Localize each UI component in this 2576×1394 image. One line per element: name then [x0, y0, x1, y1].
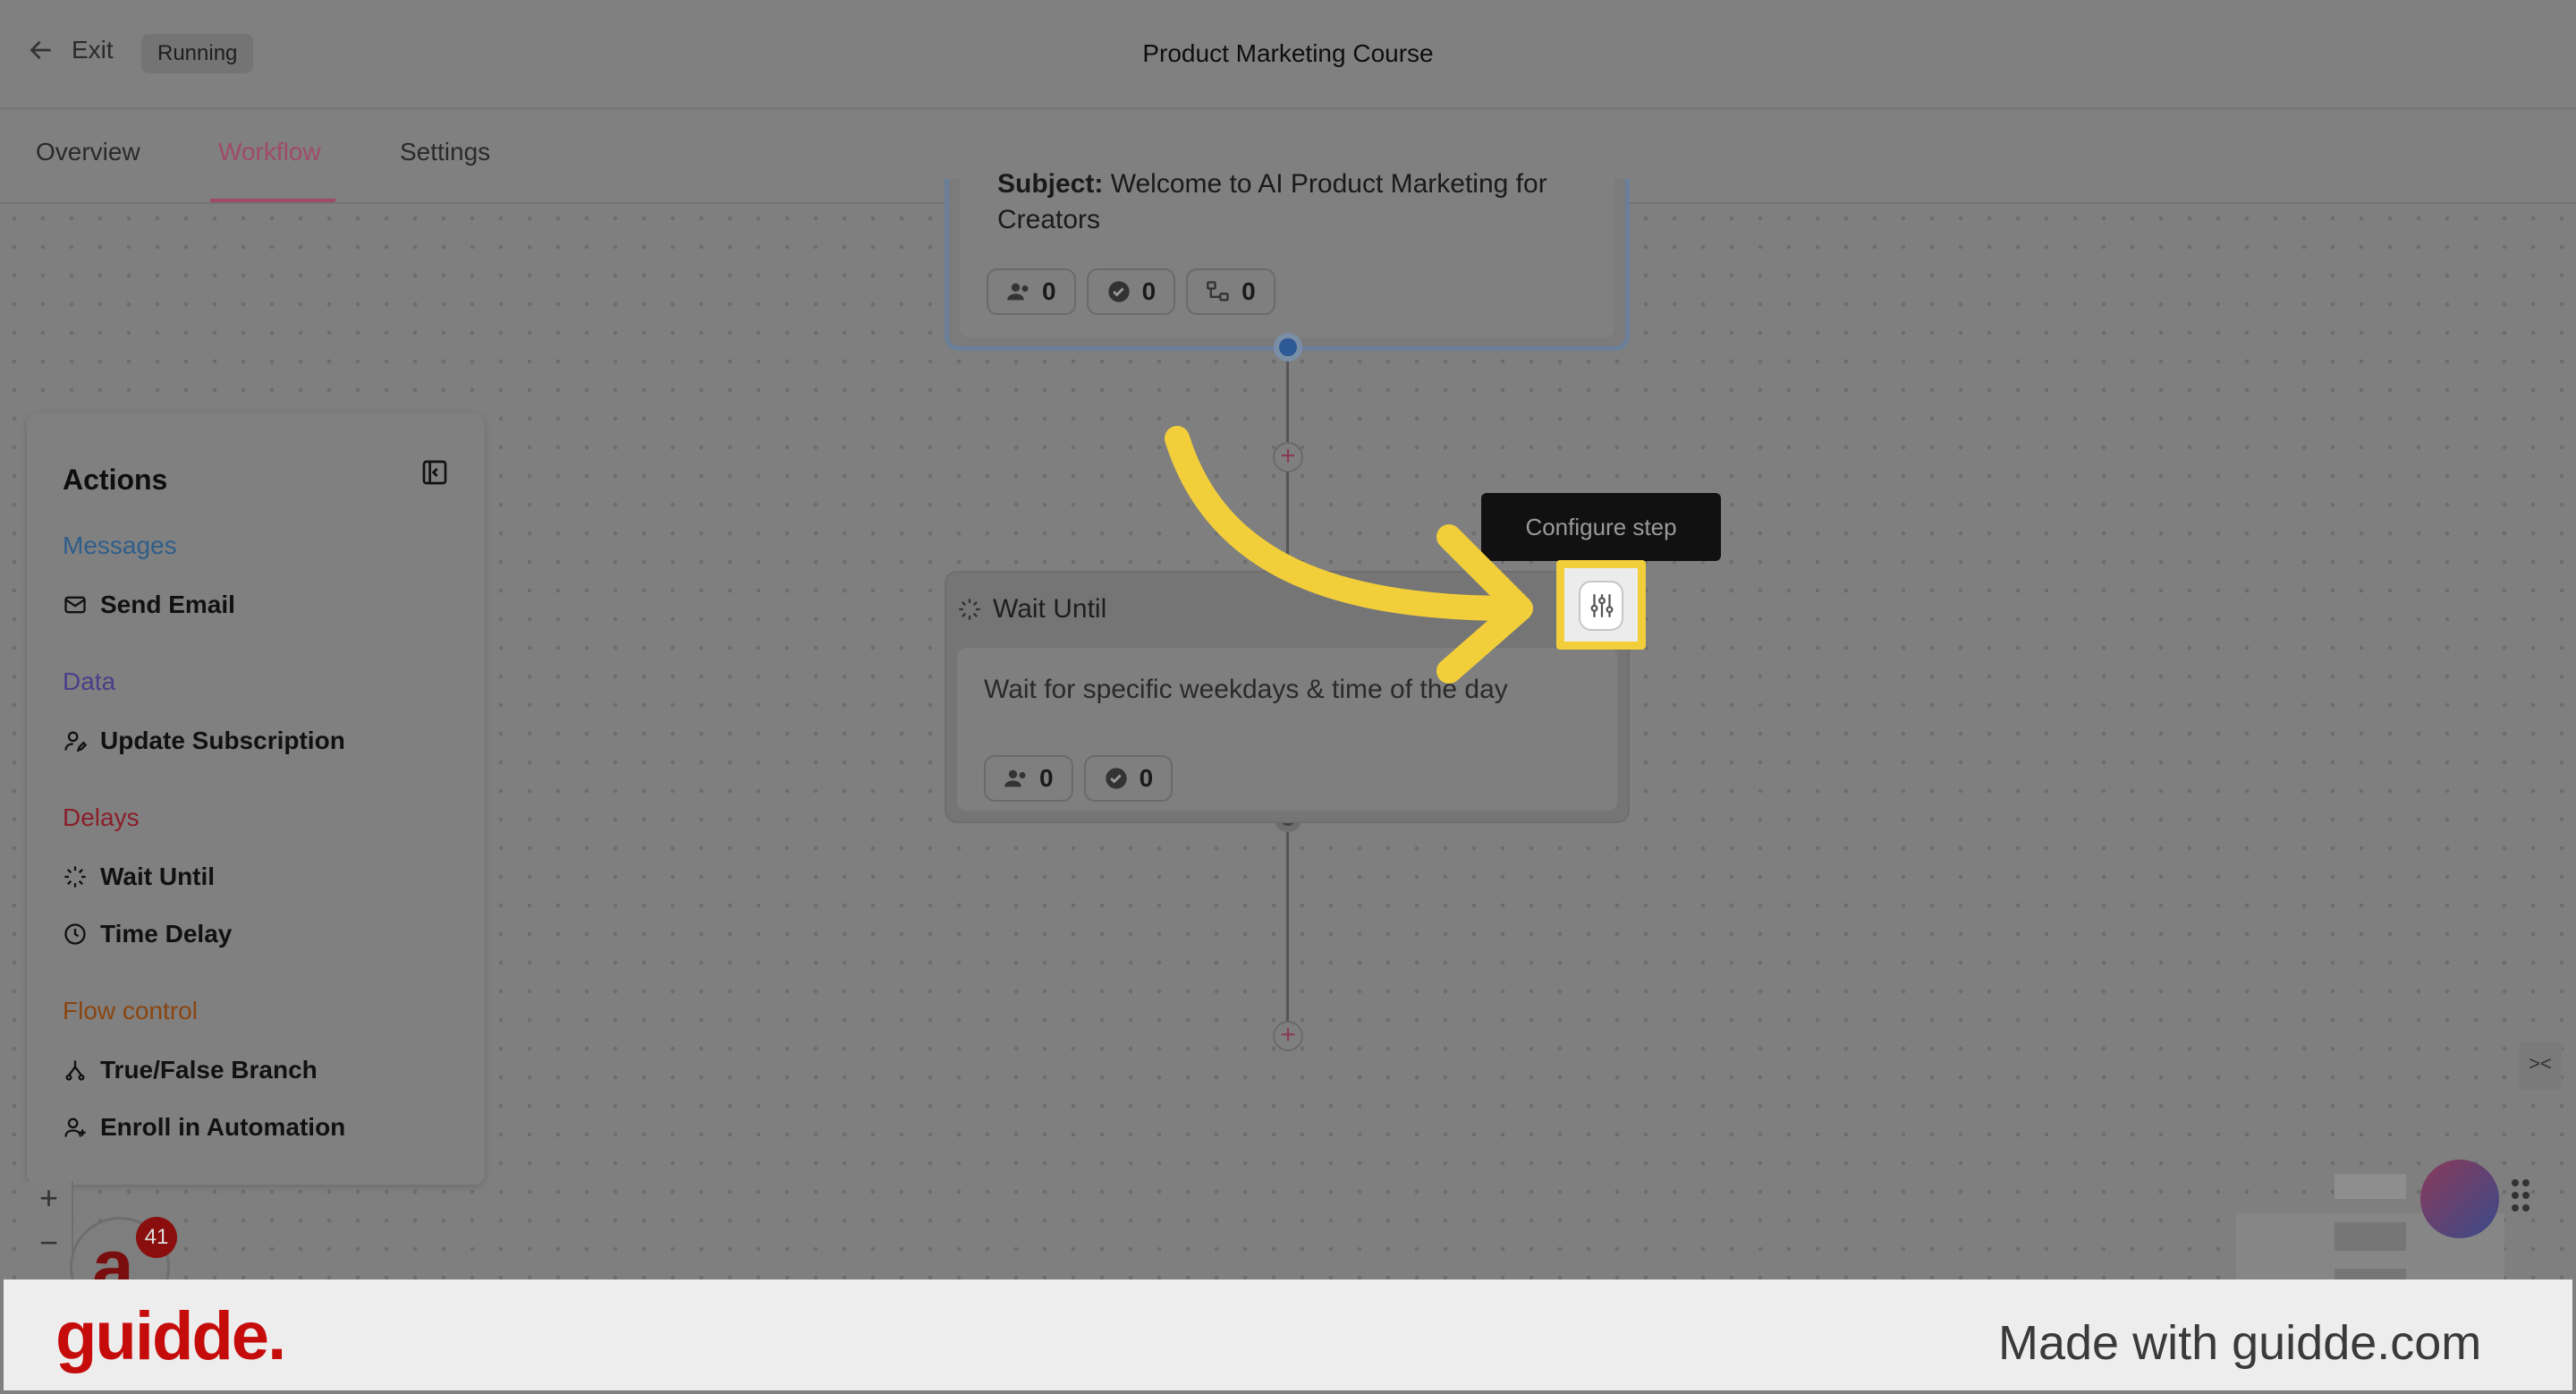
users-icon	[1007, 283, 1029, 301]
guidde-logo: guidde.	[55, 1298, 286, 1374]
guidde-footer: guidde. Made with guidde.com	[0, 1279, 2576, 1394]
top-bar: Exit Running Product Marketing Course	[0, 0, 2576, 109]
fit-view-icon[interactable]: ><	[2519, 1041, 2562, 1090]
section-flow-control: Flow control	[63, 997, 198, 1024]
connector-line	[1286, 823, 1289, 1038]
minimap-node	[2334, 1269, 2406, 1279]
tab-workflow[interactable]: Workflow	[218, 138, 321, 166]
stat-completed: 0	[1086, 268, 1176, 315]
action-update-subscription[interactable]: Update Subscription	[63, 727, 345, 755]
tab-settings[interactable]: Settings	[400, 138, 490, 166]
loader-icon	[64, 866, 86, 888]
stat-users: 0	[984, 755, 1073, 802]
add-step-button[interactable]: +	[1273, 1021, 1303, 1051]
loader-icon	[959, 599, 980, 620]
section-delays: Delays	[63, 803, 140, 831]
action-true-false-branch[interactable]: True/False Branch	[63, 1056, 318, 1084]
ai-assistant-icon[interactable]	[2420, 1160, 2499, 1238]
configure-step-button[interactable]	[1556, 560, 1646, 650]
stat-users: 0	[987, 268, 1076, 315]
mail-icon	[64, 596, 86, 614]
email-subject: Subject: Welcome to AI Product Marketing…	[997, 169, 1547, 234]
section-data: Data	[63, 667, 116, 695]
user-edit-icon	[64, 731, 88, 752]
minimap-node	[2334, 1222, 2406, 1251]
action-time-delay[interactable]: Time Delay	[63, 920, 232, 948]
zoom-out-button[interactable]: −	[39, 1224, 58, 1262]
drag-handle-icon[interactable]	[2510, 1177, 2531, 1213]
zoom-in-button[interactable]: +	[39, 1179, 58, 1217]
check-circle-icon	[1107, 281, 1130, 302]
made-with-text: Made with guidde.com	[1998, 1316, 2482, 1370]
check-circle-icon	[1105, 768, 1127, 789]
actions-title: Actions	[63, 463, 168, 496]
page-title: Product Marketing Course	[1142, 39, 1434, 67]
stat-branch: 0	[1186, 268, 1275, 315]
section-messages: Messages	[63, 531, 177, 559]
connector-handle[interactable]	[1274, 333, 1302, 361]
actions-panel: Actions Messages Send Email Data Update …	[27, 413, 485, 1185]
stat-completed: 0	[1083, 755, 1174, 802]
wait-until-title: Wait Until	[993, 594, 1107, 624]
split-icon	[65, 1060, 85, 1081]
users-icon	[1004, 769, 1026, 787]
send-email-node[interactable]: Subject: Welcome to AI Product Marketing…	[945, 169, 1630, 351]
action-send-email[interactable]: Send Email	[63, 591, 235, 619]
sliders-icon	[1590, 594, 1614, 617]
action-enroll-automation[interactable]: Enroll in Automation	[63, 1113, 345, 1142]
notification-badge: 41	[136, 1217, 177, 1258]
tab-overview[interactable]: Overview	[36, 138, 140, 166]
zoom-controls: + −	[27, 1179, 73, 1279]
collapse-panel-icon[interactable]	[420, 458, 449, 487]
user-plus-icon	[64, 1118, 86, 1137]
branch-icon	[1207, 281, 1229, 302]
active-tab-indicator	[210, 199, 335, 202]
annotation-arrow-icon	[1165, 426, 1533, 684]
action-wait-until[interactable]: Wait Until	[63, 863, 215, 891]
minimap-node	[2334, 1174, 2406, 1199]
clock-icon	[64, 923, 86, 945]
